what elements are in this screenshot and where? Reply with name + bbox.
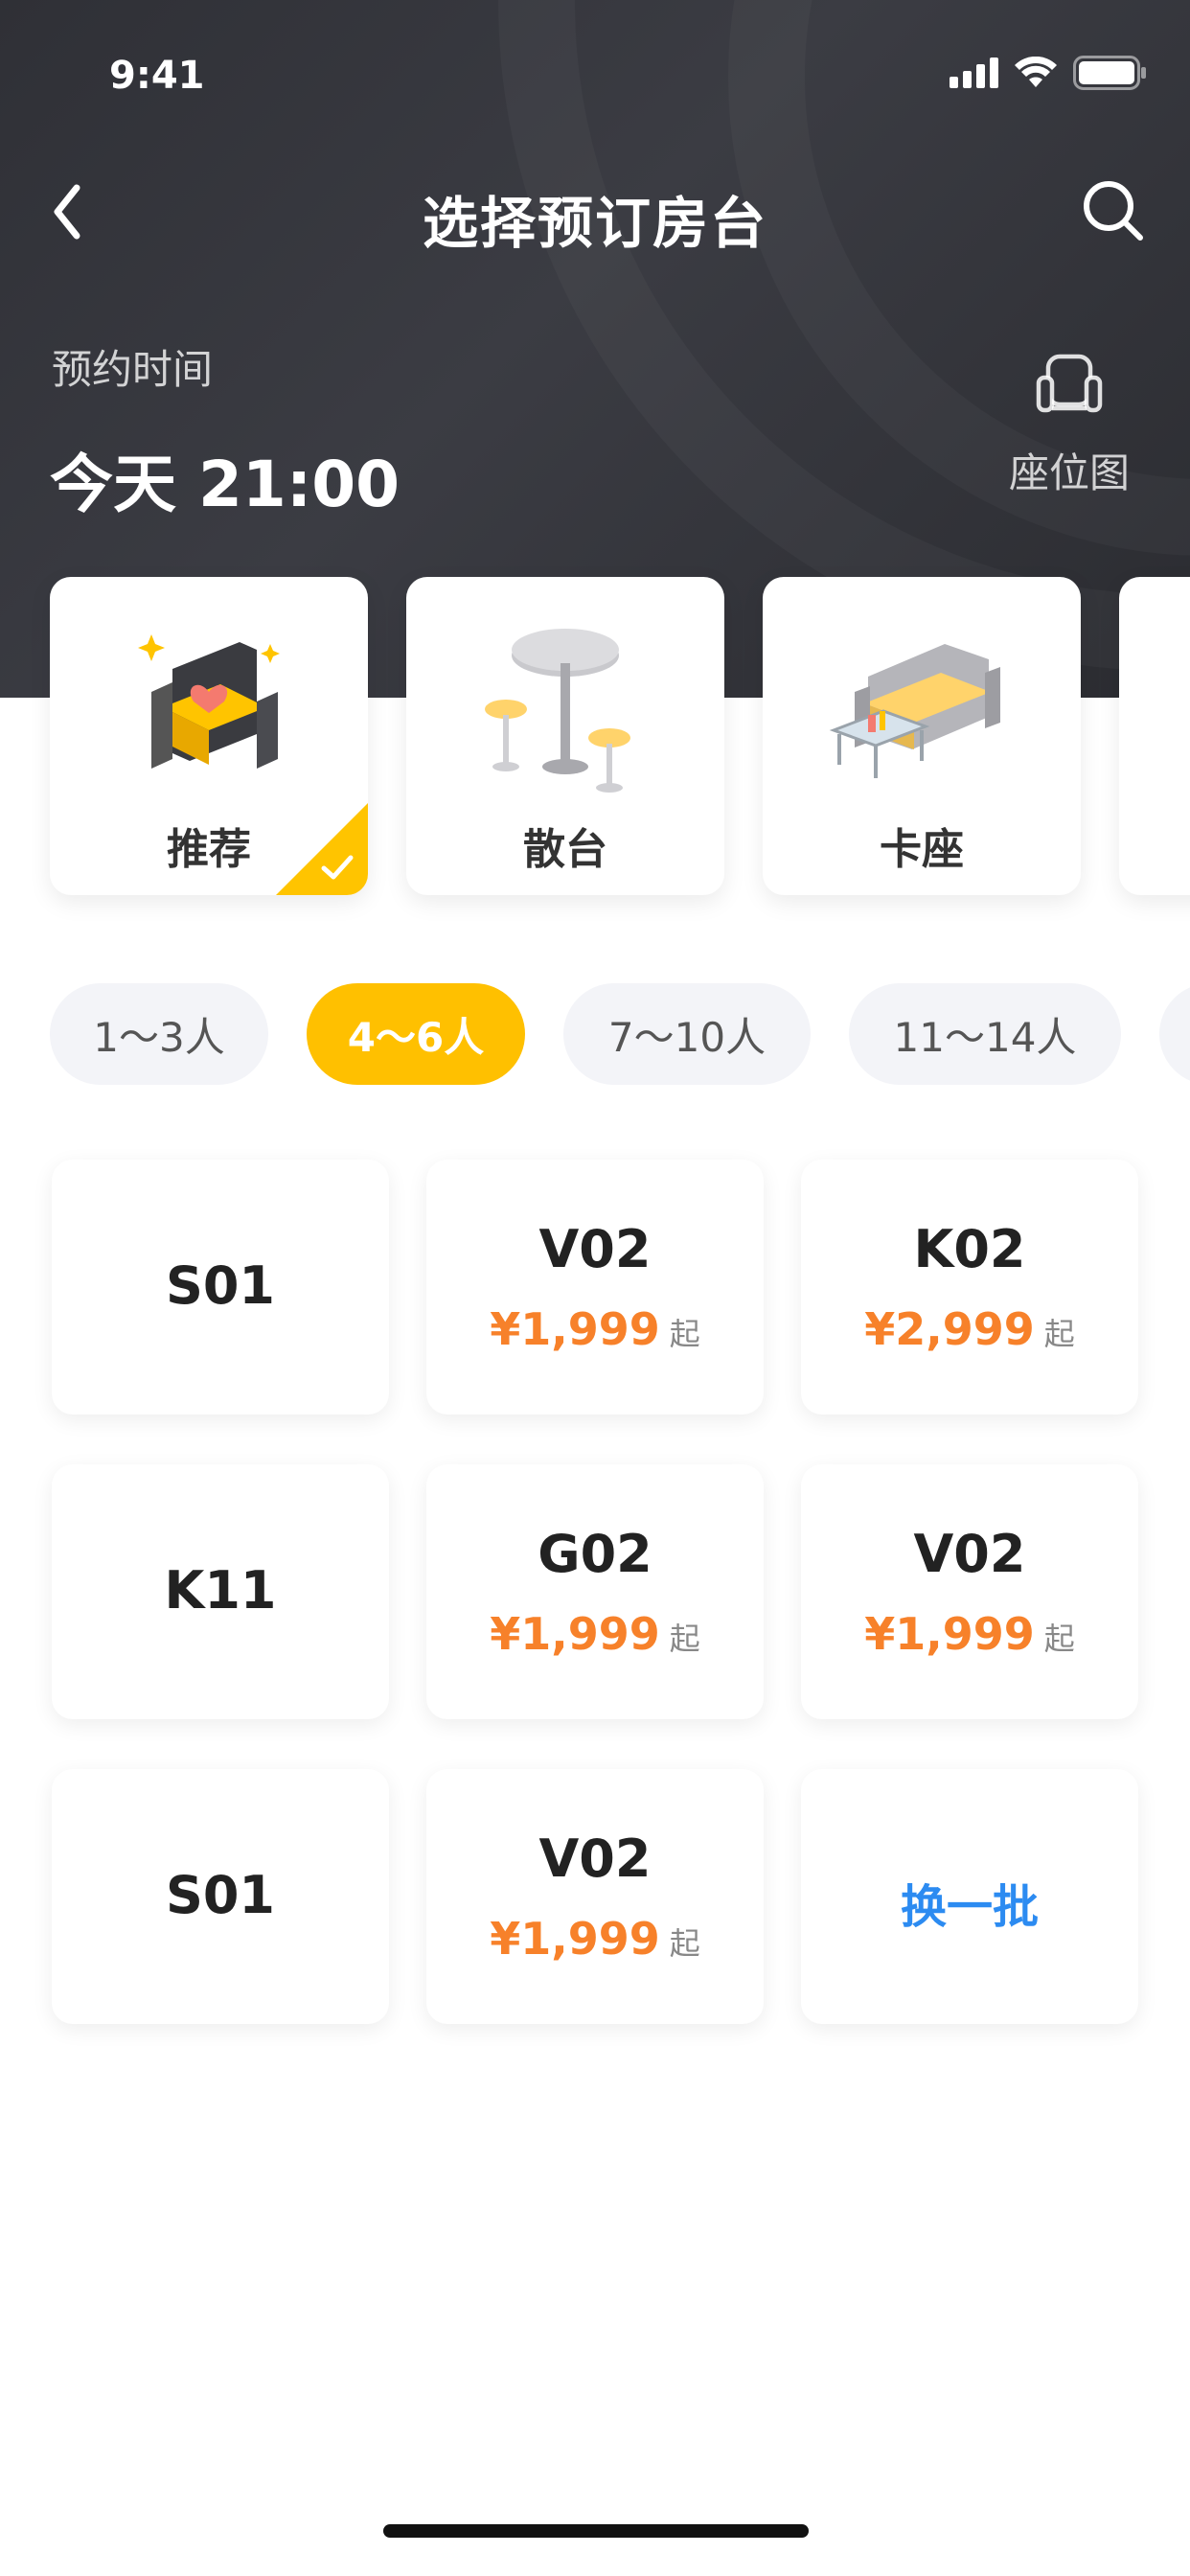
- armchair-heart-icon: [138, 634, 280, 769]
- seat-icon: [1036, 354, 1103, 413]
- category-list: 推荐 散台 卡座: [50, 577, 1190, 897]
- seat-map-button[interactable]: 座位图: [998, 349, 1140, 502]
- table-card[interactable]: K02 ¥2,999 起: [801, 1160, 1138, 1414]
- table-card[interactable]: S01: [52, 1769, 389, 2024]
- table-code: K02: [913, 1219, 1026, 1279]
- category-card-partial[interactable]: [1119, 577, 1190, 895]
- table-price: ¥1,999: [490, 1303, 660, 1355]
- people-filter-pill-selected[interactable]: 4～6人: [307, 983, 525, 1085]
- screen: 9:41 选择预订房台 预约时间 今天 21:00 座位图 推荐 散台 卡座 1…: [0, 0, 1190, 2576]
- wifi-icon: [1015, 57, 1057, 87]
- category-card-recommend[interactable]: 推荐: [50, 577, 368, 895]
- people-filter-pill[interactable]: 1～3人: [50, 983, 268, 1085]
- table-card[interactable]: V02 ¥1,999 起: [801, 1464, 1138, 1719]
- category-label: 卡座: [880, 825, 964, 874]
- table-card[interactable]: G02 ¥1,999 起: [426, 1464, 764, 1719]
- price-suffix: 起: [1043, 1621, 1075, 1657]
- table-code: S01: [165, 1865, 276, 1925]
- bar-table-icon: [485, 629, 630, 793]
- price-suffix: 起: [669, 1316, 700, 1352]
- table-price: ¥1,999: [490, 1913, 660, 1965]
- sofa-icon: [829, 644, 1000, 778]
- search-icon[interactable]: [1079, 176, 1148, 245]
- category-label: 散台: [523, 825, 607, 874]
- table-price: ¥2,999: [864, 1303, 1035, 1355]
- status-icons: [950, 56, 1148, 90]
- table-code: V02: [913, 1524, 1026, 1584]
- table-card[interactable]: K11: [52, 1464, 389, 1719]
- people-filter-pill[interactable]: 11～14人: [849, 983, 1121, 1085]
- home-indicator: [383, 2524, 809, 2538]
- price-suffix: 起: [669, 1621, 700, 1657]
- table-code: V02: [538, 1828, 652, 1889]
- table-card[interactable]: V02 ¥1,999 起: [426, 1160, 764, 1414]
- table-code: G02: [538, 1524, 652, 1584]
- table-card[interactable]: S01: [52, 1160, 389, 1414]
- price-suffix: 起: [669, 1925, 700, 1962]
- table-price: ¥1,999: [864, 1608, 1035, 1660]
- people-filter-list: 1～3人 4～6人 7～10人 11～14人: [50, 983, 1190, 1087]
- people-filter-pill[interactable]: 7～10人: [563, 983, 811, 1085]
- people-filter-pill-partial[interactable]: [1159, 983, 1190, 1085]
- refresh-button[interactable]: 换一批: [801, 1769, 1138, 2024]
- cellular-signal-icon: [950, 58, 998, 88]
- check-icon: [321, 855, 354, 880]
- refresh-label: 换一批: [900, 1880, 1039, 1934]
- category-card-booth[interactable]: 卡座: [763, 577, 1081, 895]
- table-card[interactable]: V02 ¥1,999 起: [426, 1769, 764, 2024]
- reservation-time-label: 预约时间: [52, 346, 214, 393]
- status-time: 9:41: [109, 54, 205, 98]
- page-title: 选择预订房台: [422, 191, 767, 256]
- table-code: K11: [164, 1560, 277, 1621]
- table-price: ¥1,999: [490, 1608, 660, 1660]
- reservation-time-value[interactable]: 今天 21:00: [50, 433, 400, 525]
- table-code: V02: [538, 1219, 652, 1279]
- seat-map-label: 座位图: [1008, 449, 1130, 496]
- price-suffix: 起: [1043, 1316, 1075, 1352]
- table-code: S01: [165, 1255, 276, 1316]
- category-card-open-table[interactable]: 散台: [406, 577, 724, 895]
- battery-icon: [1073, 56, 1146, 90]
